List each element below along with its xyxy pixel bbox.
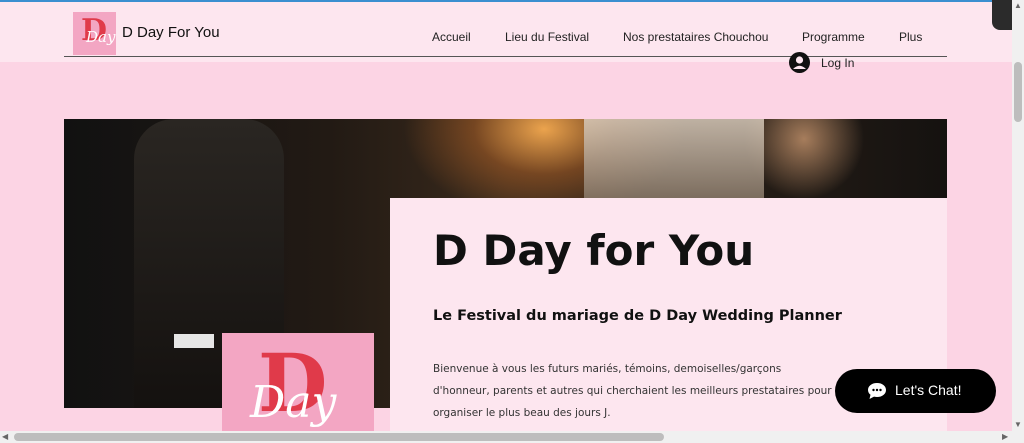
page-title: D Day for You [433, 226, 755, 275]
login-label: Log In [821, 56, 855, 70]
vertical-scrollbar[interactable]: ▲ ▼ [1012, 0, 1024, 431]
hero-figure-bride [584, 119, 764, 199]
site-header: D Day D Day For You Accueil Lieu du Fest… [0, 2, 1012, 62]
nav-prestataires[interactable]: Nos prestataires Chouchou [623, 30, 768, 44]
large-logo: D Day [222, 333, 374, 443]
main-nav: Accueil Lieu du Festival Nos prestataire… [0, 30, 1012, 46]
horizontal-scroll-thumb[interactable] [14, 433, 664, 441]
lets-chat-button[interactable]: Let's Chat! [835, 369, 996, 413]
nav-accueil[interactable]: Accueil [432, 30, 471, 44]
login-button[interactable]: Log In [789, 52, 859, 74]
nav-programme[interactable]: Programme [802, 30, 865, 44]
scroll-down-icon[interactable]: ▼ [1014, 419, 1022, 431]
chat-bubble-icon [868, 383, 886, 399]
large-logo-script: Day [250, 377, 337, 428]
scroll-right-icon[interactable]: ▶ [1002, 431, 1008, 443]
intro-paragraph: Bienvenue à vous les futurs mariés, témo… [433, 363, 832, 419]
nav-lieu-du-festival[interactable]: Lieu du Festival [505, 30, 589, 44]
vertical-scroll-thumb[interactable] [1014, 62, 1022, 122]
page-subtitle: Le Festival du mariage de D Day Wedding … [433, 308, 842, 324]
nav-plus[interactable]: Plus [899, 30, 922, 44]
chat-label: Let's Chat! [895, 382, 962, 398]
scroll-up-icon[interactable]: ▲ [1014, 0, 1022, 12]
hero-shirt-cuff [174, 334, 214, 348]
user-avatar-icon [789, 52, 810, 73]
scroll-left-icon[interactable]: ◀ [2, 431, 8, 443]
horizontal-scrollbar[interactable]: ◀ ▶ [0, 431, 1024, 443]
